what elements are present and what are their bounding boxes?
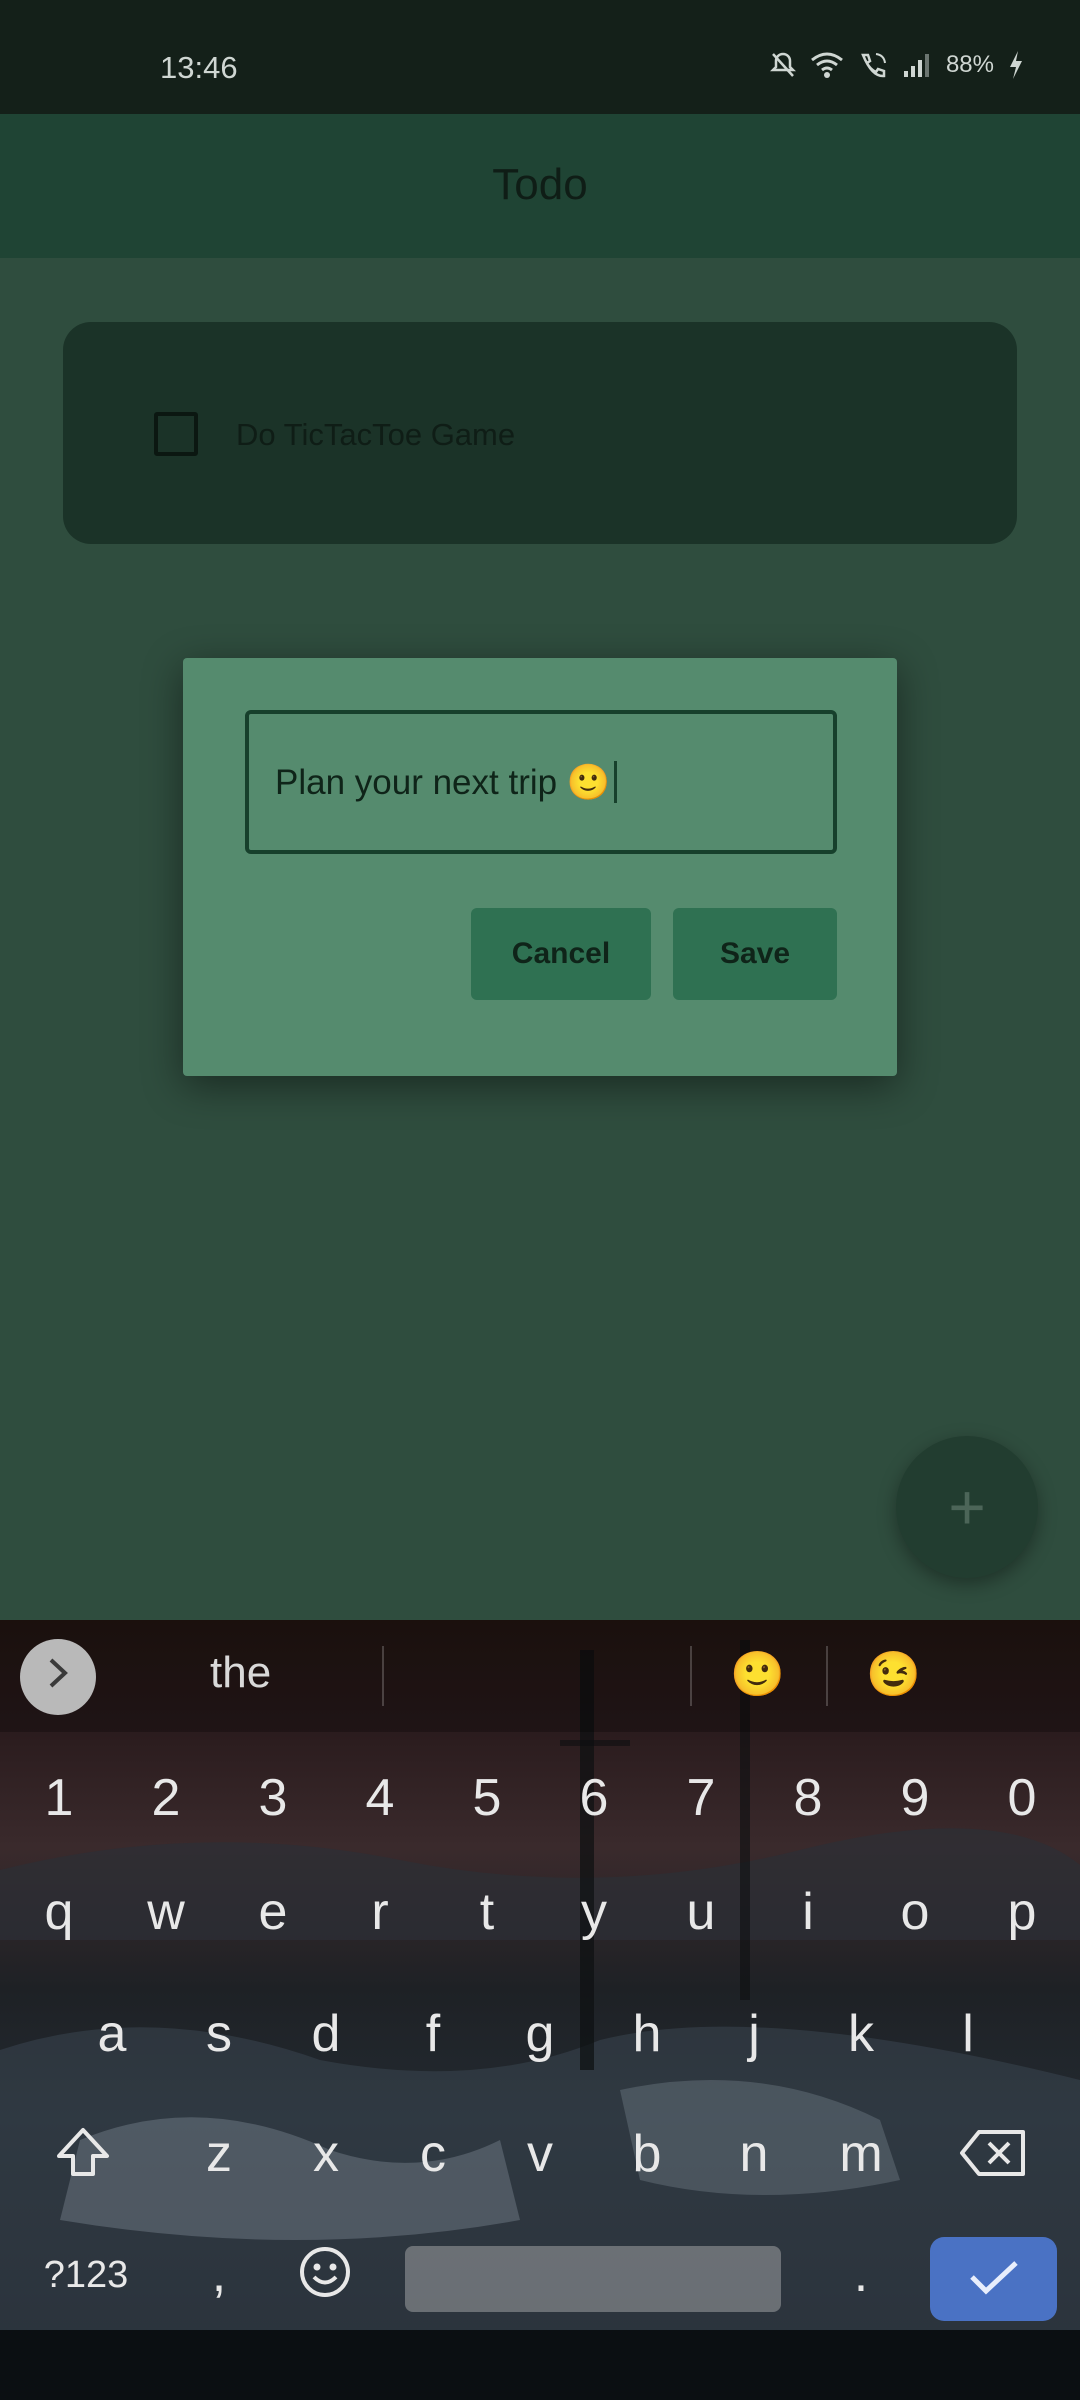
key-y[interactable]: y — [549, 1882, 639, 1942]
todo-input-value: Plan your next trip 🙂 — [275, 762, 611, 802]
key-w[interactable]: w — [121, 1882, 211, 1942]
key-k[interactable]: k — [816, 2004, 906, 2064]
app-bar: Todo — [0, 114, 1080, 258]
status-icons: 88% — [769, 50, 1024, 80]
app-title: Todo — [492, 160, 588, 209]
keyboard: the 🙂 😉 1 2 3 4 5 6 7 8 9 0 q w e r t y … — [0, 1620, 1080, 2330]
space-key[interactable] — [405, 2246, 781, 2312]
todo-checkbox[interactable] — [154, 412, 198, 456]
key-q[interactable]: q — [14, 1882, 104, 1942]
key-e[interactable]: e — [228, 1882, 318, 1942]
suggestion-divider — [826, 1646, 828, 1706]
suggestion-1[interactable]: the — [210, 1648, 271, 1698]
key-2[interactable]: 2 — [121, 1768, 211, 1828]
key-j[interactable]: j — [709, 2004, 799, 2064]
key-g[interactable]: g — [495, 2004, 585, 2064]
key-b[interactable]: b — [602, 2124, 692, 2184]
chevron-right-icon — [45, 1655, 71, 1700]
wifi-icon — [810, 51, 844, 79]
key-o[interactable]: o — [870, 1882, 960, 1942]
expand-toolbar-button[interactable] — [20, 1639, 96, 1715]
key-f[interactable]: f — [388, 2004, 478, 2064]
key-4[interactable]: 4 — [335, 1768, 425, 1828]
key-l[interactable]: l — [923, 2004, 1013, 2064]
key-0[interactable]: 0 — [977, 1768, 1067, 1828]
suggestion-divider — [382, 1646, 384, 1706]
key-c[interactable]: c — [388, 2124, 478, 2184]
key-8[interactable]: 8 — [763, 1768, 853, 1828]
key-s[interactable]: s — [174, 2004, 264, 2064]
key-m[interactable]: m — [816, 2124, 906, 2184]
key-u[interactable]: u — [656, 1882, 746, 1942]
key-t[interactable]: t — [442, 1882, 532, 1942]
key-d[interactable]: d — [281, 2004, 371, 2064]
suggestion-emoji-smile[interactable]: 🙂 — [730, 1648, 785, 1700]
suggestion-emoji-wink[interactable]: 😉 — [866, 1648, 921, 1700]
signal-icon — [902, 51, 932, 79]
key-i[interactable]: i — [763, 1882, 853, 1942]
key-a[interactable]: a — [67, 2004, 157, 2064]
plus-icon: + — [948, 1471, 986, 1543]
key-6[interactable]: 6 — [549, 1768, 639, 1828]
cancel-button[interactable]: Cancel — [471, 908, 651, 1000]
call-icon — [858, 51, 888, 79]
save-button[interactable]: Save — [673, 908, 837, 1000]
shift-key[interactable] — [38, 2124, 128, 2193]
mute-icon — [769, 51, 796, 79]
backspace-icon — [959, 2130, 1027, 2190]
text-cursor — [614, 761, 618, 803]
check-icon — [968, 2257, 1020, 2302]
key-n[interactable]: n — [709, 2124, 799, 2184]
emoji-key[interactable] — [280, 2244, 370, 2313]
navigation-bar — [0, 2330, 1080, 2400]
todo-text-input[interactable]: Plan your next trip 🙂 — [245, 710, 837, 854]
todo-item[interactable]: Do TicTacToe Game — [63, 322, 1017, 544]
status-time: 13:46 — [160, 50, 238, 85]
add-todo-dialog: Plan your next trip 🙂 Cancel Save — [183, 658, 897, 1076]
key-z[interactable]: z — [174, 2124, 264, 2184]
key-7[interactable]: 7 — [656, 1768, 746, 1828]
emoji-icon — [297, 2247, 353, 2312]
todo-label: Do TicTacToe Game — [236, 417, 516, 452]
key-x[interactable]: x — [281, 2124, 371, 2184]
key-5[interactable]: 5 — [442, 1768, 532, 1828]
period-key[interactable]: . — [816, 2244, 906, 2304]
comma-key[interactable]: , — [174, 2244, 264, 2304]
key-v[interactable]: v — [495, 2124, 585, 2184]
key-9[interactable]: 9 — [870, 1768, 960, 1828]
backspace-key[interactable] — [948, 2128, 1038, 2191]
battery-charging-icon — [1008, 50, 1024, 80]
battery-text: 88% — [945, 51, 994, 78]
suggestion-bar: the 🙂 😉 — [0, 1620, 1080, 1732]
status-bar: 13:46 88% — [0, 0, 1080, 114]
key-h[interactable]: h — [602, 2004, 692, 2064]
enter-key[interactable] — [930, 2237, 1057, 2321]
key-r[interactable]: r — [335, 1882, 425, 1942]
key-p[interactable]: p — [977, 1882, 1067, 1942]
key-1[interactable]: 1 — [14, 1768, 104, 1828]
add-todo-button[interactable]: + — [896, 1436, 1038, 1578]
shift-icon — [53, 2128, 113, 2192]
symbols-key[interactable]: ?123 — [38, 2254, 134, 2297]
suggestion-divider — [690, 1646, 692, 1706]
key-3[interactable]: 3 — [228, 1768, 318, 1828]
